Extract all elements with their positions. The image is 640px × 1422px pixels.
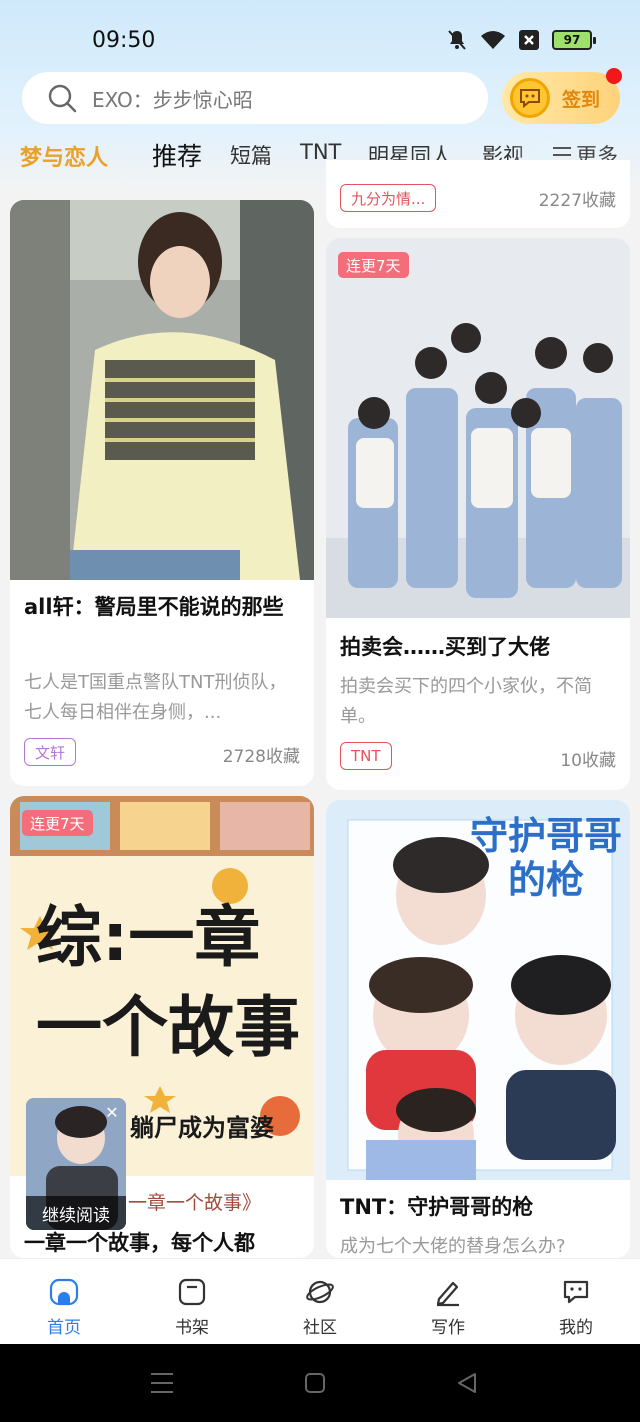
update-badge: 连更7天 xyxy=(22,810,93,836)
wifi-icon xyxy=(480,28,506,52)
back-icon[interactable] xyxy=(456,1372,478,1394)
signal-x-icon xyxy=(516,28,542,52)
cover-line2: 一个故事 xyxy=(36,989,300,1066)
nav-label: 社区 xyxy=(303,1318,337,1338)
favorites-count: 2728收藏 xyxy=(222,747,300,767)
system-navigation-bar xyxy=(0,1344,640,1422)
status-time: 09:50 xyxy=(92,28,156,53)
cover-title: 守护哥哥的枪 xyxy=(469,814,622,902)
recent-apps-icon[interactable] xyxy=(150,1372,174,1394)
book-title: all轩：警局里不能说的那些 xyxy=(24,595,284,619)
nav-label: 我的 xyxy=(559,1318,593,1338)
nav-write[interactable]: 写作 xyxy=(384,1259,512,1345)
tab-short[interactable]: 短篇 xyxy=(230,140,272,170)
notification-dot xyxy=(606,68,622,84)
favorites-count: 10收藏 xyxy=(560,751,616,771)
battery-icon: 97 xyxy=(552,30,596,50)
tab-recommend[interactable]: 推荐 xyxy=(152,137,202,173)
tab-dream-lover[interactable]: 梦与恋人 xyxy=(20,140,108,172)
book-card[interactable]: 连更7天 拍卖会……买到了大佬 拍卖会买下的四个小家伙，不简单。 TNT 10收… xyxy=(326,238,630,790)
planet-icon xyxy=(306,1280,334,1304)
cover-sub: 躺尸成为富婆 xyxy=(130,1114,274,1142)
pencil-icon xyxy=(436,1281,459,1307)
favorites-count: 2227收藏 xyxy=(538,191,616,211)
book-title: 拍卖会……买到了大佬 xyxy=(340,635,550,659)
search-icon xyxy=(48,84,77,113)
book-cover-image xyxy=(326,238,630,618)
book-cover-image xyxy=(10,200,314,580)
signin-button[interactable]: 签到 xyxy=(502,72,620,124)
chat-bubble-icon xyxy=(563,1280,589,1304)
nav-label: 书架 xyxy=(175,1318,209,1338)
book-description: 七人是T国重点警队TNT刑侦队，七人每日相伴在身侧，... xyxy=(24,672,287,723)
book-card[interactable]: all轩：警局里不能说的那些 七人是T国重点警队TNT刑侦队，七人每日相伴在身侧… xyxy=(10,200,314,786)
chat-coin-icon xyxy=(510,78,550,118)
bookshelf-icon xyxy=(178,1278,206,1306)
book-tag: 文轩 xyxy=(24,738,77,766)
nav-bookshelf[interactable]: 书架 xyxy=(128,1259,256,1345)
home-icon xyxy=(49,1278,79,1306)
book-title: TNT：守护哥哥的枪 xyxy=(340,1195,534,1219)
continue-reading-label: 继续阅读 xyxy=(26,1196,126,1230)
cover-line1: 综:一章 xyxy=(36,899,261,976)
nav-home[interactable]: 首页 xyxy=(0,1259,128,1345)
continue-reading-widget[interactable]: ✕ 继续阅读 xyxy=(26,1098,126,1230)
status-bar: 09:50 97 xyxy=(0,24,640,60)
cover-subtitle: 一章一个故事》 xyxy=(128,1192,262,1214)
mute-bell-icon xyxy=(444,28,470,52)
bottom-navigation: 首页 书架 社区 写作 我的 xyxy=(0,1258,640,1344)
nav-profile[interactable]: 我的 xyxy=(512,1259,640,1345)
search-bar[interactable]: EXO：步步惊心昭 xyxy=(22,72,488,124)
card-partial-top[interactable]: 九分为情... 2227收藏 xyxy=(326,160,630,228)
nav-label: 写作 xyxy=(431,1318,465,1338)
book-description: 成为七个大佬的替身怎么办? xyxy=(340,1236,566,1257)
book-card[interactable]: 守护哥哥的枪 TNT：守护哥哥的枪 成为七个大佬的替身怎么办? xyxy=(326,800,630,1258)
card-tag: 九分为情... xyxy=(340,184,437,212)
nav-label: 首页 xyxy=(47,1318,81,1338)
update-badge: 连更7天 xyxy=(338,252,409,278)
nav-community[interactable]: 社区 xyxy=(256,1259,384,1345)
home-button-icon[interactable] xyxy=(304,1372,326,1394)
book-tag: TNT xyxy=(340,742,392,770)
signin-label: 签到 xyxy=(562,88,601,111)
close-icon[interactable]: ✕ xyxy=(102,1102,122,1122)
book-description: 拍卖会买下的四个小家伙，不简单。 xyxy=(340,676,592,727)
search-placeholder: EXO：步步惊心昭 xyxy=(92,87,253,112)
book-title: 一章一个故事，每个人都 xyxy=(24,1231,255,1255)
